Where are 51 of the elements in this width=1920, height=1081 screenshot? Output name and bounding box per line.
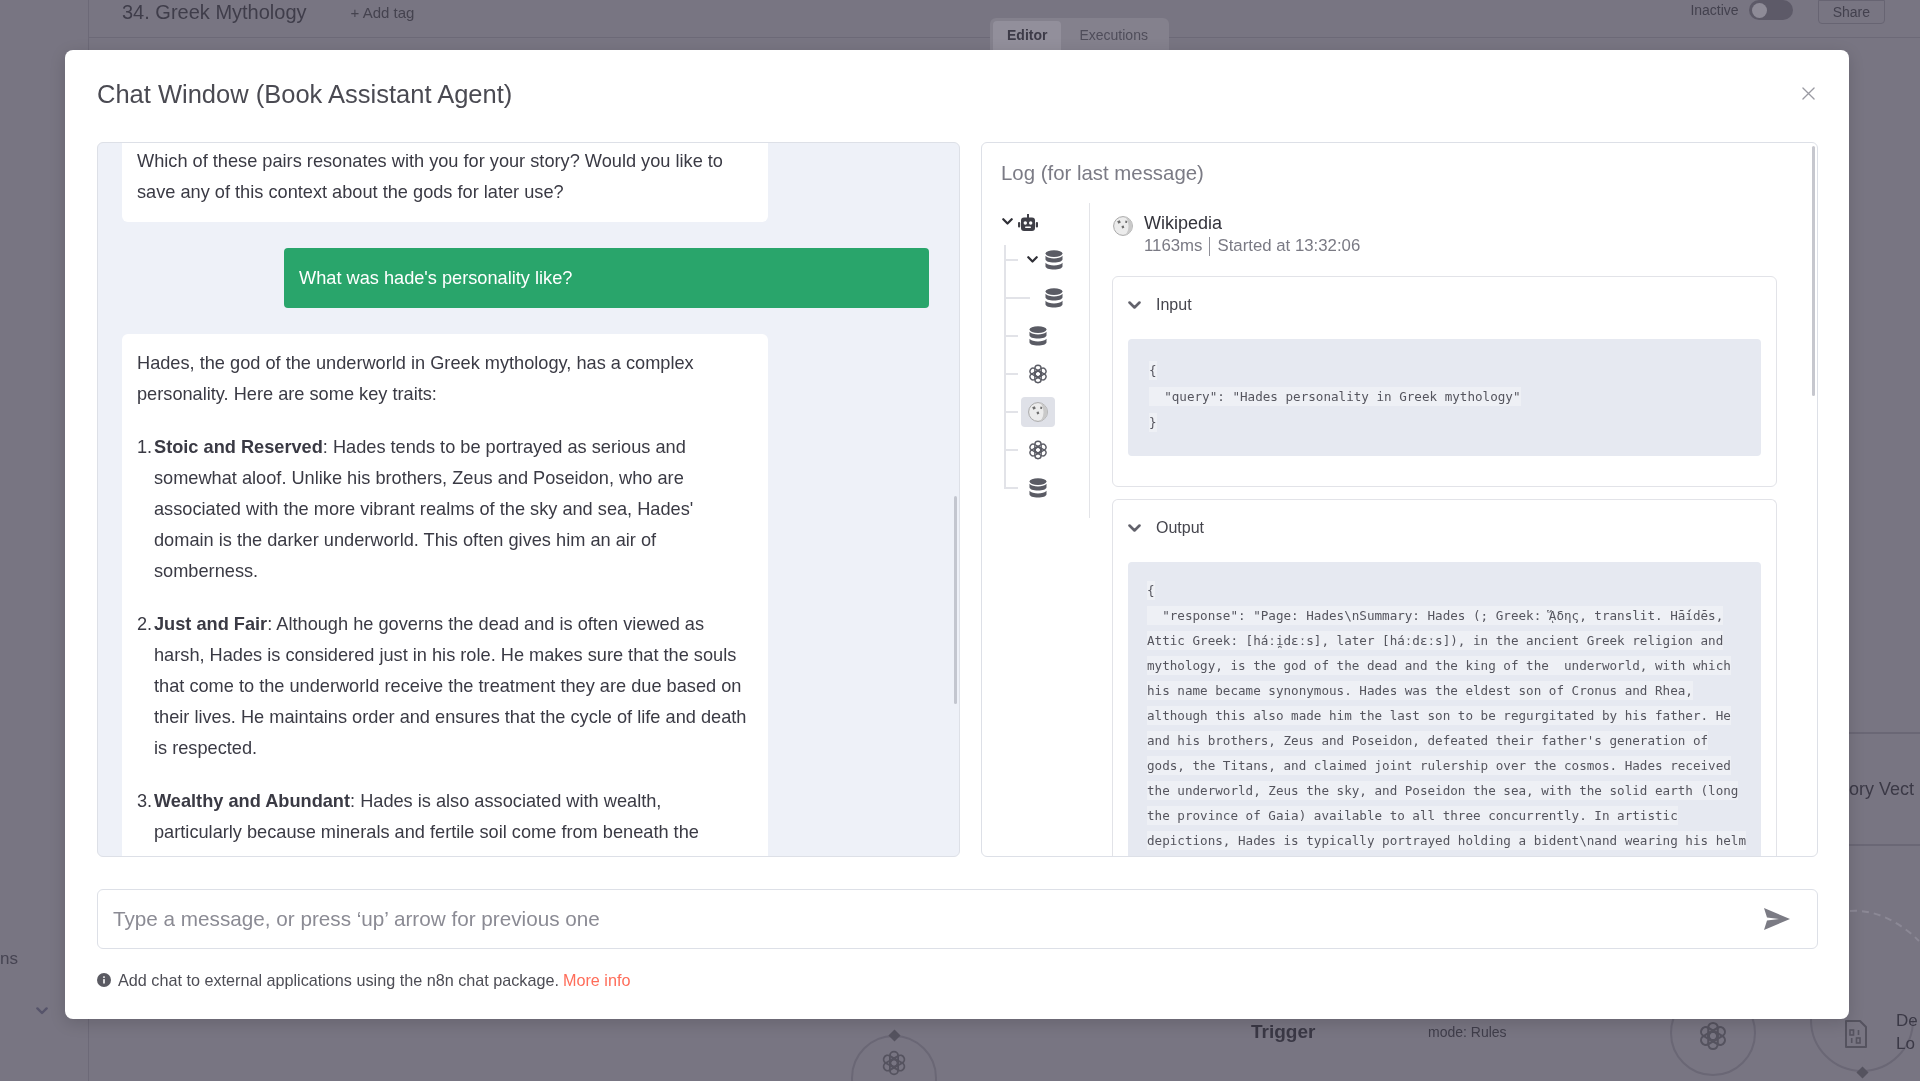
knot-icon (881, 1050, 907, 1076)
list-number: 1. (137, 436, 154, 459)
knot-icon (1028, 440, 1048, 460)
node-label: ory Vect (1849, 778, 1916, 800)
send-button[interactable] (1763, 907, 1791, 931)
node-label: Lo (1896, 1033, 1916, 1055)
node-label: De (1896, 1010, 1918, 1032)
more-info-link[interactable]: More info (562, 971, 631, 989)
chevron-down-icon[interactable] (1002, 218, 1013, 226)
chevron-down-icon[interactable] (1128, 300, 1141, 310)
database-icon (1029, 326, 1047, 346)
close-icon (1801, 86, 1815, 100)
list-number: 3. (137, 790, 154, 813)
log-title: Log (for last message) (1001, 161, 1205, 186)
workflow-name[interactable]: 34. Greek Mythology (122, 1, 307, 23)
connection-handle[interactable] (1856, 1066, 1869, 1079)
message-input[interactable]: Type a message, or press ‘up’ arrow for previous one (97, 889, 1818, 949)
list-item-text: Wealthy and Abundant: Hades is also associated with wealth, particularly because minerals and fertile soil come from beneath the (154, 790, 700, 844)
globe-icon (1028, 402, 1048, 422)
message-paragraph: Hades, the god of the underworld in Greek mythology, has a complex personality. Here are some key traits: (137, 352, 695, 406)
toggle-switch[interactable] (1748, 0, 1793, 20)
list-item-text: Just and Fair: Although he governs the dead and is often viewed as harsh, Hades is considered just in his role. He makes sure that the souls that come to the underworld receive the treatment they are due based on their lives. He maintains order and ensures that the cycle of life and death is respected. (154, 613, 748, 760)
node-title: Wikipedia (1144, 212, 1224, 235)
database-icon (1045, 288, 1063, 308)
run-duration: 1163ms (1144, 235, 1203, 257)
view-tab[interactable]: Editor (993, 21, 1062, 50)
node-subtitle: mode: Rules (1428, 1023, 1507, 1041)
user-message: What was hade's personality like? (284, 248, 929, 308)
info-icon (97, 973, 111, 987)
dialog-title: Chat Window (Book Assistant Agent) (97, 79, 513, 110)
robot-icon (1018, 213, 1038, 231)
knot-icon (1028, 364, 1048, 384)
database-icon (1029, 478, 1047, 498)
globe-icon (1113, 216, 1133, 236)
node-name: Trigger (1251, 1020, 1316, 1044)
file-icon (1845, 1020, 1867, 1048)
list-number: 2. (137, 613, 154, 636)
message-paragraph: Which of these pairs resonates with you for your story? Would you like to save any of this context about the gods for later use? (137, 150, 724, 204)
scrollbar-thumb[interactable] (954, 496, 957, 704)
knot-icon (1698, 1021, 1728, 1051)
chevron-down-icon[interactable] (1027, 256, 1038, 264)
list-item-text: Stoic and Reserved: Hades tends to be portrayed as serious and somewhat aloof. Unlike his brothers, Zeus and Poseidon, who are associated with the more vibrant realms of the sky and sea, Hades' domain is the darker underworld. This often gives him an air of somberness. (154, 436, 695, 583)
database-icon (1045, 250, 1063, 270)
section-title[interactable]: Output (1156, 516, 1205, 540)
send-icon (1763, 907, 1791, 931)
scrollbar-thumb[interactable] (1812, 146, 1815, 396)
connection-handle[interactable] (888, 1029, 901, 1042)
footer-note: Add chat to external applications using the n8n chat package. More info (118, 971, 631, 989)
section-title[interactable]: Input (1156, 293, 1192, 317)
chevron-down-icon[interactable] (1128, 523, 1141, 533)
run-start-time: Started at 13:32:06 (1217, 235, 1361, 257)
